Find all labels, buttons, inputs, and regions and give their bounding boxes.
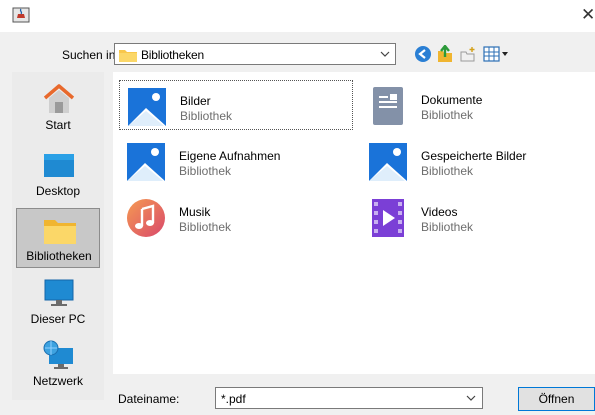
look-in-row: Suchen in: Bibliotheken bbox=[0, 42, 595, 66]
java-cup-icon bbox=[12, 7, 30, 23]
file-type: Bibliothek bbox=[179, 164, 232, 178]
open-button[interactable]: Öffnen bbox=[518, 387, 595, 411]
sidebar-item-label: Desktop bbox=[35, 184, 81, 198]
up-folder-icon[interactable] bbox=[436, 45, 454, 63]
back-arrow-icon[interactable] bbox=[414, 45, 432, 63]
close-button[interactable]: ✕ bbox=[581, 6, 595, 26]
file-name: Bilder bbox=[180, 94, 211, 108]
folder-icon bbox=[119, 50, 137, 62]
file-name: Eigene Aufnahmen bbox=[179, 149, 281, 163]
sidebar-item-dieser-pc[interactable]: Dieser PC bbox=[16, 272, 100, 332]
list-item-eigene-aufnahmen[interactable]: Eigene Aufnahmen Bibliothek bbox=[119, 136, 353, 186]
file-type: Bibliothek bbox=[180, 109, 233, 123]
file-name: Gespeicherte Bilder bbox=[421, 149, 527, 163]
places-sidebar: Start Desktop Bibliotheken Dieser PC Net… bbox=[12, 72, 104, 400]
libraries-folder-icon bbox=[44, 220, 76, 244]
chevron-down-icon bbox=[466, 395, 476, 401]
new-folder-icon[interactable] bbox=[459, 45, 477, 63]
sidebar-item-label: Bibliotheken bbox=[26, 249, 92, 263]
file-name: Videos bbox=[421, 205, 458, 219]
list-item-musik[interactable]: Musik Bibliothek bbox=[119, 192, 353, 242]
list-item-videos[interactable]: Videos Bibliothek bbox=[361, 192, 595, 242]
music-library-icon bbox=[127, 199, 165, 237]
sidebar-item-label: Netzwerk bbox=[32, 374, 83, 388]
view-menu-icon[interactable] bbox=[483, 45, 511, 63]
file-type: Bibliothek bbox=[421, 164, 474, 178]
file-type: Bibliothek bbox=[421, 108, 474, 122]
file-name: Musik bbox=[179, 205, 211, 219]
chevron-down-icon bbox=[380, 51, 390, 57]
camera-roll-library-icon bbox=[127, 143, 165, 181]
desktop-icon bbox=[44, 154, 74, 177]
network-icon bbox=[43, 340, 73, 369]
sidebar-item-desktop[interactable]: Desktop bbox=[16, 144, 100, 204]
look-in-label: Suchen in: bbox=[62, 48, 119, 62]
computer-icon bbox=[44, 279, 74, 306]
sidebar-item-label: Start bbox=[45, 118, 71, 132]
list-item-bilder[interactable]: Bilder Bibliothek bbox=[119, 80, 353, 130]
file-type: Bibliothek bbox=[179, 220, 232, 234]
list-item-gespeicherte-bilder[interactable]: Gespeicherte Bilder Bibliothek bbox=[361, 136, 595, 186]
sidebar-item-netzwerk[interactable]: Netzwerk bbox=[16, 334, 100, 394]
title-bar: ✕ bbox=[0, 0, 595, 32]
pictures-library-icon bbox=[128, 88, 166, 126]
videos-library-icon bbox=[372, 199, 404, 237]
file-type: Bibliothek bbox=[421, 220, 474, 234]
home-icon bbox=[43, 84, 75, 113]
sidebar-item-start[interactable]: Start bbox=[16, 78, 100, 138]
file-name-label: Dateiname: bbox=[118, 392, 180, 406]
look-in-combobox[interactable]: Bibliotheken bbox=[114, 43, 396, 65]
look-in-value: Bibliotheken bbox=[141, 48, 204, 62]
sidebar-item-bibliotheken[interactable]: Bibliotheken bbox=[16, 208, 100, 268]
file-name: Dokumente bbox=[421, 93, 483, 107]
file-list-pane[interactable]: Bilder Bibliothek Dokumente Bibliothek E… bbox=[113, 72, 595, 374]
saved-pictures-library-icon bbox=[369, 143, 407, 181]
file-name-combobox[interactable]: *.pdf bbox=[215, 387, 483, 409]
list-item-dokumente[interactable]: Dokumente Bibliothek bbox=[361, 80, 595, 130]
file-name-value: *.pdf bbox=[221, 392, 246, 406]
documents-library-icon bbox=[373, 87, 403, 125]
sidebar-item-label: Dieser PC bbox=[30, 312, 86, 326]
